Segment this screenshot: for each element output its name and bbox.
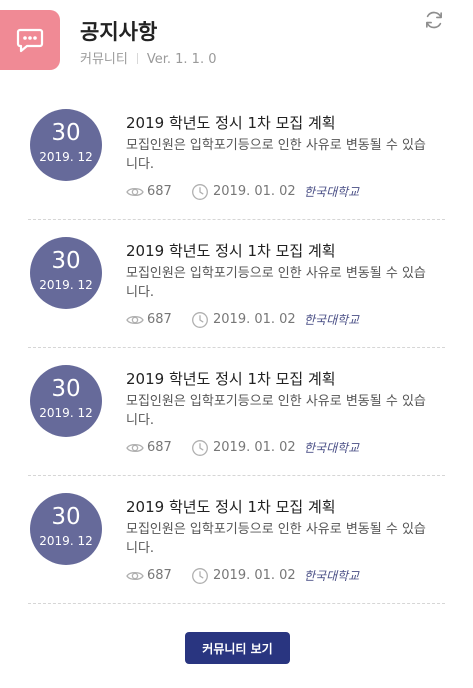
eye-icon — [126, 187, 144, 197]
clock-icon — [192, 184, 208, 200]
clock-icon — [192, 440, 208, 456]
author-name: 한국대학교 — [304, 569, 360, 583]
chat-bubble-icon — [0, 10, 60, 70]
notice-title[interactable]: 2019 학년도 정시 1차 모집 계획 — [126, 112, 336, 133]
widget-header: 공지사항 커뮤니티 Ver. 1. 1. 0 — [0, 0, 473, 90]
view-community-button[interactable]: 커뮤니티 보기 — [185, 632, 290, 664]
author-name: 한국대학교 — [304, 441, 360, 455]
version-label: Ver. 1. 1. 0 — [146, 52, 217, 67]
clock-icon — [192, 568, 208, 584]
notice-title[interactable]: 2019 학년도 정시 1차 모집 계획 — [126, 368, 336, 389]
page-title: 공지사항 — [80, 20, 158, 44]
post-date: 2019. 01. 02 — [213, 184, 296, 199]
date-month: 2019. 12 — [39, 534, 93, 548]
view-count: 687 — [147, 184, 172, 199]
notice-description: 모집인원은 입학포기등으로 인한 사유로 변동될 수 있습니다. — [126, 394, 426, 428]
date-month: 2019. 12 — [39, 406, 93, 420]
date-day: 30 — [51, 376, 81, 402]
date-month: 2019. 12 — [39, 150, 93, 164]
date-day: 30 — [51, 120, 81, 146]
list-item[interactable]: 30 2019. 12 2019 학년도 정시 1차 모집 계획 모집인원은 입… — [28, 476, 445, 604]
date-badge: 30 2019. 12 — [30, 493, 102, 565]
list-item[interactable]: 30 2019. 12 2019 학년도 정시 1차 모집 계획 모집인원은 입… — [28, 220, 445, 348]
eye-icon — [126, 443, 144, 453]
date-day: 30 — [51, 504, 81, 530]
author-name: 한국대학교 — [304, 185, 360, 199]
subtitle: 커뮤니티 Ver. 1. 1. 0 — [80, 48, 216, 67]
date-badge: 30 2019. 12 — [30, 237, 102, 309]
date-badge: 30 2019. 12 — [30, 365, 102, 437]
date-month: 2019. 12 — [39, 278, 93, 292]
post-date: 2019. 01. 02 — [213, 568, 296, 583]
notice-title[interactable]: 2019 학년도 정시 1차 모집 계획 — [126, 496, 336, 517]
view-count: 687 — [147, 312, 172, 327]
eye-icon — [126, 315, 144, 325]
list-item[interactable]: 30 2019. 12 2019 학년도 정시 1차 모집 계획 모집인원은 입… — [28, 92, 445, 220]
clock-icon — [192, 312, 208, 328]
post-date: 2019. 01. 02 — [213, 312, 296, 327]
notice-description: 모집인원은 입학포기등으로 인한 사유로 변동될 수 있습니다. — [126, 522, 426, 556]
refresh-icon[interactable] — [423, 9, 445, 31]
notice-list: 30 2019. 12 2019 학년도 정시 1차 모집 계획 모집인원은 입… — [28, 92, 445, 604]
view-count: 687 — [147, 568, 172, 583]
list-item[interactable]: 30 2019. 12 2019 학년도 정시 1차 모집 계획 모집인원은 입… — [28, 348, 445, 476]
divider — [136, 53, 138, 64]
notice-title[interactable]: 2019 학년도 정시 1차 모집 계획 — [126, 240, 336, 261]
date-day: 30 — [51, 248, 81, 274]
post-date: 2019. 01. 02 — [213, 440, 296, 455]
category-label: 커뮤니티 — [80, 52, 128, 67]
eye-icon — [126, 571, 144, 581]
date-badge: 30 2019. 12 — [30, 109, 102, 181]
notice-description: 모집인원은 입학포기등으로 인한 사유로 변동될 수 있습니다. — [126, 138, 426, 172]
author-name: 한국대학교 — [304, 313, 360, 327]
notice-description: 모집인원은 입학포기등으로 인한 사유로 변동될 수 있습니다. — [126, 266, 426, 300]
view-count: 687 — [147, 440, 172, 455]
